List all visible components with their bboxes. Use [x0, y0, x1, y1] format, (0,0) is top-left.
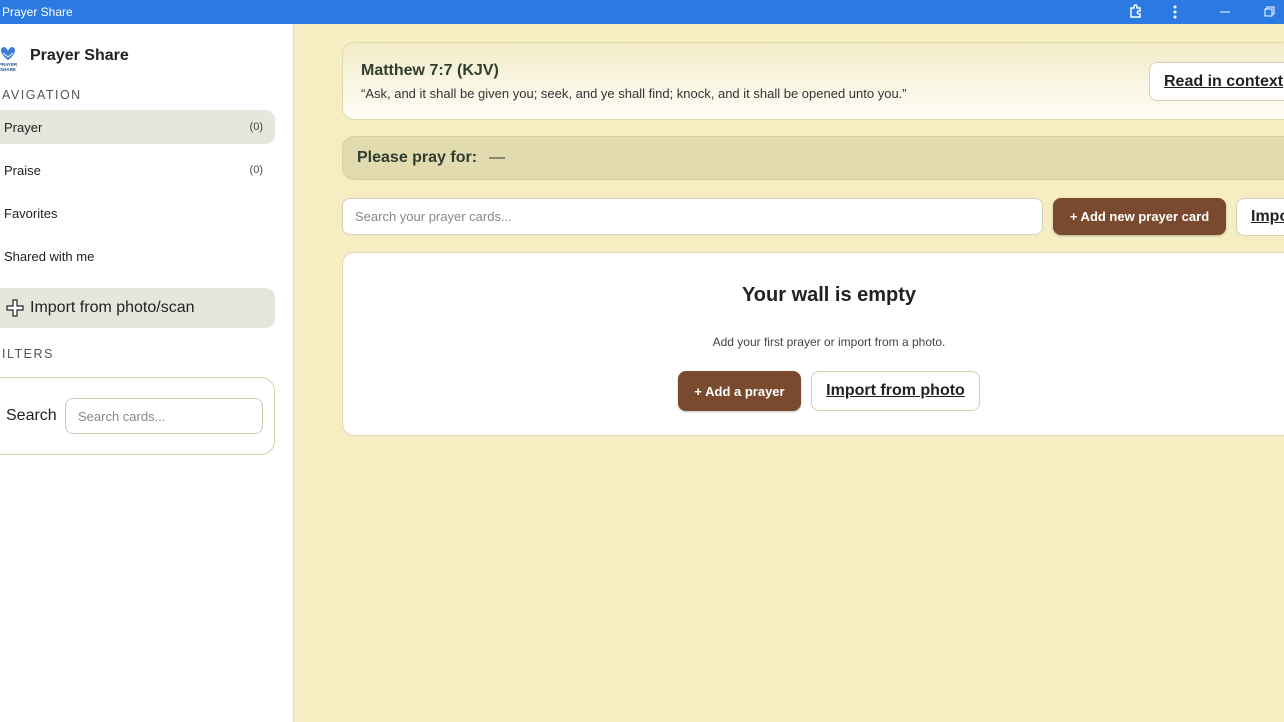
add-prayer-card-button[interactable]: + Add new prayer card: [1053, 198, 1226, 235]
verse-text: “Ask, and it shall be given you; seek, a…: [361, 86, 907, 101]
verse-reference: Matthew 7:7 (KJV): [361, 62, 499, 79]
svg-text:SHARE: SHARE: [0, 67, 16, 72]
import-button[interactable]: Import: [1236, 198, 1284, 236]
sidebar-item-shared[interactable]: Shared with me: [0, 239, 275, 273]
read-in-context-button[interactable]: Read in context: [1149, 62, 1284, 101]
pray-for-banner: Please pray for: —: [342, 136, 1284, 180]
pray-for-value: —: [489, 149, 506, 166]
empty-state-title: Your wall is empty: [741, 284, 917, 306]
filter-panel: Search: [0, 377, 275, 455]
sidebar-item-label: Shared with me: [4, 248, 95, 264]
sidebar-item-praise[interactable]: Praise (0): [0, 153, 275, 187]
sidebar-item-count: (0): [249, 164, 263, 176]
restore-icon[interactable]: [1256, 0, 1284, 24]
plus-icon: [6, 299, 24, 317]
empty-state-subtitle: Add your first prayer or import from a p…: [712, 335, 946, 349]
extension-icon[interactable]: [1124, 0, 1148, 24]
app-logo: PRAYER SHARE: [0, 44, 18, 72]
filters-heading: ILTERS: [2, 347, 54, 361]
sidebar-item-favorites[interactable]: Favorites: [0, 196, 275, 230]
verse-card: Matthew 7:7 (KJV) “Ask, and it shall be …: [342, 42, 1284, 120]
brand-title: Prayer Share: [30, 47, 129, 64]
import-photo-button[interactable]: Import from photo/scan: [0, 288, 275, 328]
nav-heading: AVIGATION: [2, 88, 82, 102]
sidebar-item-label: Praise: [4, 162, 41, 178]
title-bar: Prayer Share: [0, 0, 1284, 24]
sidebar: PRAYER SHARE Prayer Share AVIGATION Pray…: [0, 24, 294, 722]
window-title: Prayer Share: [2, 5, 73, 19]
import-photo-label: Import from photo/scan: [30, 299, 195, 316]
filter-search-input[interactable]: [65, 398, 263, 434]
sidebar-item-count: (0): [249, 121, 263, 133]
add-prayer-button[interactable]: + Add a prayer: [678, 371, 801, 411]
import-from-photo-button[interactable]: Import from photo: [811, 371, 980, 411]
pray-for-label: Please pray for:: [357, 149, 478, 166]
sidebar-item-label: Favorites: [4, 205, 58, 221]
minimize-icon[interactable]: [1210, 0, 1240, 24]
empty-state-card: Your wall is empty Add your first prayer…: [342, 252, 1284, 436]
prayer-card-search-input[interactable]: [342, 198, 1043, 235]
more-icon[interactable]: [1164, 0, 1186, 24]
sidebar-item-prayer[interactable]: Prayer (0): [0, 110, 275, 144]
search-label: Search: [6, 407, 57, 424]
sidebar-item-label: Prayer: [4, 119, 43, 135]
